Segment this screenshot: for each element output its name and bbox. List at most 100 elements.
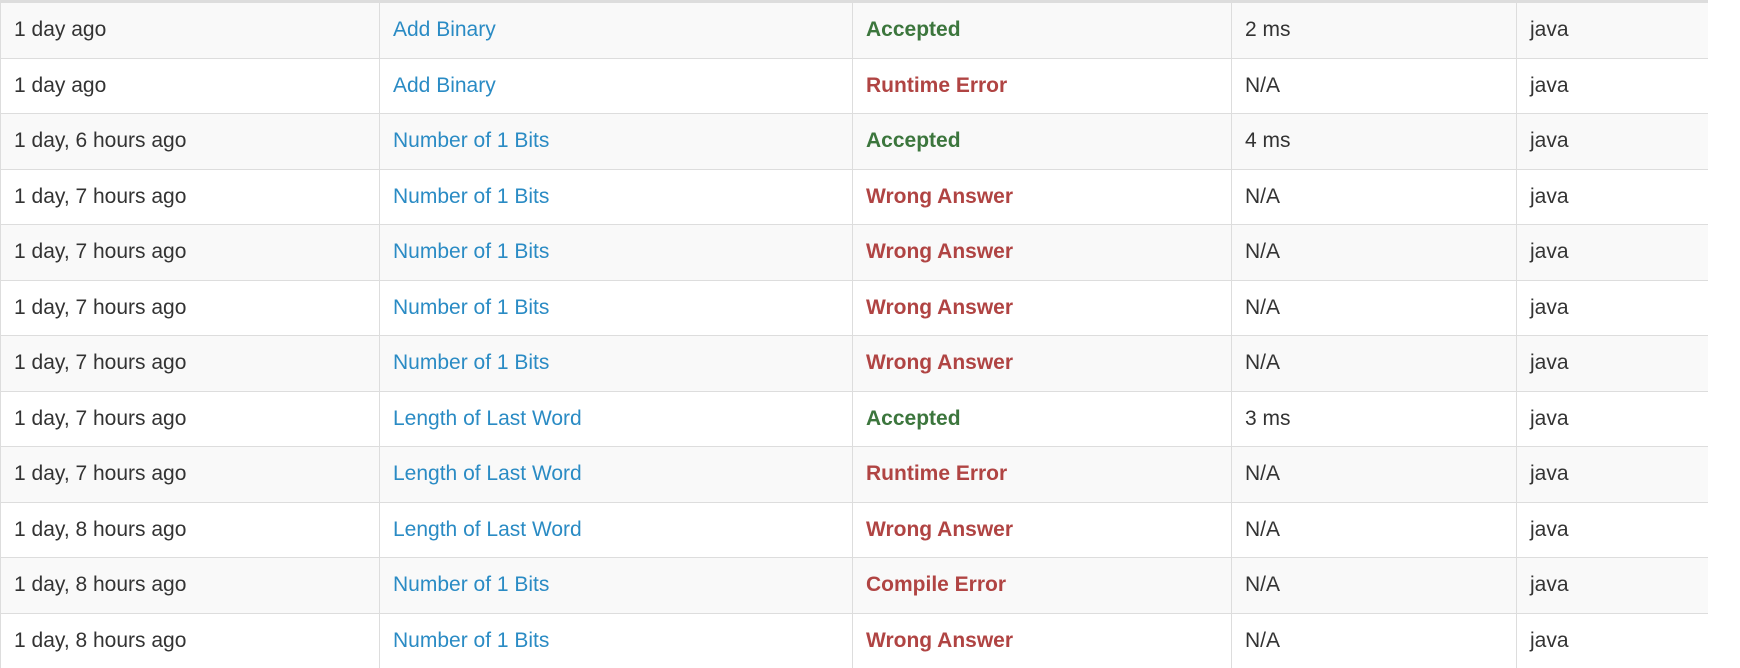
- runtime-value: N/A: [1245, 517, 1281, 541]
- question-link[interactable]: Length of Last Word: [393, 407, 582, 430]
- submitted-time-cell: 1 day ago: [0, 2, 380, 59]
- submitted-time: 1 day ago: [14, 73, 107, 97]
- submitted-time-cell: 1 day, 7 hours ago: [0, 168, 380, 225]
- runtime-value: N/A: [1245, 184, 1281, 208]
- language-cell: java: [1516, 279, 1708, 336]
- table-row: 1 day, 7 hours ago Length of Last Word A…: [0, 390, 1708, 447]
- submitted-time: 1 day ago: [14, 18, 107, 42]
- submitted-time-cell: 1 day, 8 hours ago: [0, 501, 380, 558]
- question-cell: Number of 1 Bits: [379, 224, 853, 281]
- language-value: java: [1530, 573, 1569, 597]
- status-cell: Accepted: [852, 113, 1232, 170]
- submitted-time-cell: 1 day, 7 hours ago: [0, 279, 380, 336]
- status-link[interactable]: Accepted: [866, 129, 961, 152]
- runtime-cell: N/A: [1231, 279, 1517, 336]
- language-cell: java: [1516, 501, 1708, 558]
- runtime-value: N/A: [1245, 628, 1281, 652]
- status-cell: Wrong Answer: [852, 168, 1232, 225]
- language-value: java: [1530, 295, 1569, 319]
- runtime-value: N/A: [1245, 240, 1281, 264]
- table-row: 1 day, 7 hours ago Number of 1 Bits Wron…: [0, 168, 1708, 225]
- status-link[interactable]: Wrong Answer: [866, 629, 1013, 652]
- runtime-value: N/A: [1245, 351, 1281, 375]
- runtime-cell: N/A: [1231, 557, 1517, 614]
- runtime-value: 3 ms: [1245, 406, 1291, 430]
- question-link[interactable]: Number of 1 Bits: [393, 129, 549, 152]
- runtime-value: 2 ms: [1245, 18, 1291, 42]
- status-cell: Wrong Answer: [852, 279, 1232, 336]
- question-link[interactable]: Number of 1 Bits: [393, 629, 549, 652]
- language-value: java: [1530, 240, 1569, 264]
- table-row: 1 day, 7 hours ago Length of Last Word R…: [0, 446, 1708, 503]
- submitted-time-cell: 1 day, 8 hours ago: [0, 612, 380, 668]
- status-link[interactable]: Wrong Answer: [866, 351, 1013, 374]
- submitted-time: 1 day, 8 hours ago: [14, 517, 187, 541]
- question-cell: Add Binary: [379, 2, 853, 59]
- submitted-time: 1 day, 8 hours ago: [14, 628, 187, 652]
- language-cell: java: [1516, 557, 1708, 614]
- question-link[interactable]: Number of 1 Bits: [393, 296, 549, 319]
- runtime-cell: N/A: [1231, 224, 1517, 281]
- table-row: 1 day, 7 hours ago Number of 1 Bits Wron…: [0, 335, 1708, 392]
- table-row: 1 day, 8 hours ago Length of Last Word W…: [0, 501, 1708, 558]
- question-cell: Length of Last Word: [379, 390, 853, 447]
- status-cell: Wrong Answer: [852, 224, 1232, 281]
- status-cell: Wrong Answer: [852, 612, 1232, 668]
- language-value: java: [1530, 406, 1569, 430]
- submitted-time-cell: 1 day ago: [0, 57, 380, 114]
- status-link[interactable]: Wrong Answer: [866, 518, 1013, 541]
- question-link[interactable]: Number of 1 Bits: [393, 240, 549, 263]
- question-link[interactable]: Number of 1 Bits: [393, 185, 549, 208]
- status-cell: Accepted: [852, 2, 1232, 59]
- question-cell: Number of 1 Bits: [379, 557, 853, 614]
- language-cell: java: [1516, 446, 1708, 503]
- submitted-time-cell: 1 day, 8 hours ago: [0, 557, 380, 614]
- runtime-cell: 3 ms: [1231, 390, 1517, 447]
- submitted-time-cell: 1 day, 7 hours ago: [0, 390, 380, 447]
- table-row: 1 day, 8 hours ago Number of 1 Bits Wron…: [0, 612, 1708, 668]
- status-link[interactable]: Accepted: [866, 18, 961, 41]
- question-cell: Number of 1 Bits: [379, 113, 853, 170]
- status-link[interactable]: Runtime Error: [866, 462, 1007, 485]
- status-cell: Wrong Answer: [852, 501, 1232, 558]
- language-cell: java: [1516, 113, 1708, 170]
- submitted-time-cell: 1 day, 6 hours ago: [0, 113, 380, 170]
- submissions-table-body: 1 day ago Add Binary Accepted 2 ms java …: [0, 2, 1708, 668]
- status-cell: Wrong Answer: [852, 335, 1232, 392]
- submitted-time: 1 day, 8 hours ago: [14, 573, 187, 597]
- submitted-time: 1 day, 7 hours ago: [14, 351, 187, 375]
- language-value: java: [1530, 18, 1569, 42]
- question-cell: Number of 1 Bits: [379, 168, 853, 225]
- submitted-time: 1 day, 7 hours ago: [14, 462, 187, 486]
- language-cell: java: [1516, 168, 1708, 225]
- language-value: java: [1530, 628, 1569, 652]
- table-row: 1 day, 7 hours ago Number of 1 Bits Wron…: [0, 224, 1708, 281]
- language-cell: java: [1516, 224, 1708, 281]
- status-cell: Runtime Error: [852, 446, 1232, 503]
- status-link[interactable]: Wrong Answer: [866, 240, 1013, 263]
- runtime-cell: N/A: [1231, 335, 1517, 392]
- question-link[interactable]: Length of Last Word: [393, 518, 582, 541]
- question-link[interactable]: Add Binary: [393, 74, 496, 97]
- question-cell: Length of Last Word: [379, 446, 853, 503]
- question-link[interactable]: Number of 1 Bits: [393, 351, 549, 374]
- status-link[interactable]: Compile Error: [866, 573, 1006, 596]
- runtime-cell: 4 ms: [1231, 113, 1517, 170]
- runtime-cell: N/A: [1231, 57, 1517, 114]
- status-link[interactable]: Runtime Error: [866, 74, 1007, 97]
- question-link[interactable]: Number of 1 Bits: [393, 573, 549, 596]
- status-cell: Runtime Error: [852, 57, 1232, 114]
- status-link[interactable]: Wrong Answer: [866, 185, 1013, 208]
- question-link[interactable]: Add Binary: [393, 18, 496, 41]
- runtime-cell: N/A: [1231, 501, 1517, 558]
- language-cell: java: [1516, 390, 1708, 447]
- submitted-time: 1 day, 7 hours ago: [14, 184, 187, 208]
- status-link[interactable]: Accepted: [866, 407, 961, 430]
- table-row: 1 day ago Add Binary Runtime Error N/A j…: [0, 57, 1708, 114]
- status-link[interactable]: Wrong Answer: [866, 296, 1013, 319]
- runtime-value: N/A: [1245, 462, 1281, 486]
- language-value: java: [1530, 462, 1569, 486]
- table-row: 1 day ago Add Binary Accepted 2 ms java: [0, 2, 1708, 59]
- question-link[interactable]: Length of Last Word: [393, 462, 582, 485]
- table-row: 1 day, 7 hours ago Number of 1 Bits Wron…: [0, 279, 1708, 336]
